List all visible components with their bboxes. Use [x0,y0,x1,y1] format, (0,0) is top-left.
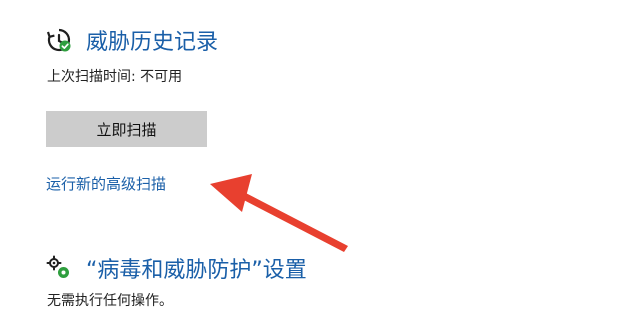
threat-history-heading: 威胁历史记录 [46,24,218,56]
advanced-scan-link[interactable]: 运行新的高级扫描 [46,173,166,194]
settings-gears-icon [46,255,69,278]
threat-protection-page: 威胁历史记录 上次扫描时间: 不可用 立即扫描 运行新的高级扫描 “病毒和威胁防… [0,0,620,309]
protection-status-text: 无需执行任何操作。 [47,293,173,309]
last-scan-value: 不可用 [140,69,183,85]
red-arrow-annotation [210,174,348,252]
arrow-shaft [236,190,348,252]
last-scan-separator: : [131,69,136,85]
last-scan-info: 上次扫描时间: 不可用 [47,66,182,86]
arrow-head [210,174,252,212]
protection-settings-heading: “病毒和威胁防护”设置 [46,252,307,284]
scan-now-button[interactable]: 立即扫描 [46,111,207,147]
history-clock-icon [46,28,71,52]
threat-history-title: 威胁历史记录 [86,30,219,55]
protection-settings-title[interactable]: “病毒和威胁防护”设置 [86,252,307,284]
last-scan-label: 上次扫描时间 [47,69,131,85]
